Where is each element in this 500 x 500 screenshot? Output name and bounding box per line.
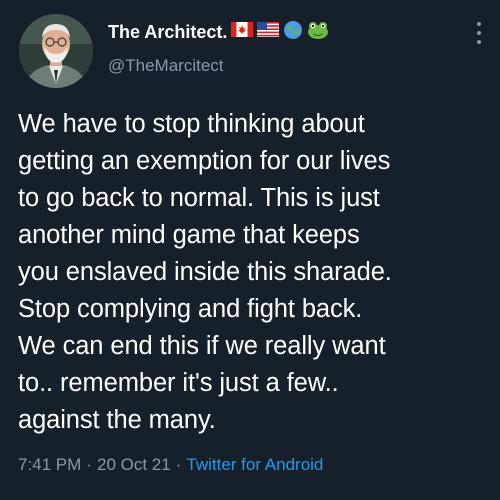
usa-flag-icon	[257, 22, 280, 42]
avatar[interactable]	[19, 14, 93, 88]
avatar-image	[19, 14, 93, 88]
tweet-date[interactable]: 20 Oct 21	[97, 455, 171, 474]
tweet-card: The Architect. @TheMarcitect We have to …	[0, 0, 500, 500]
meta-separator: ·	[86, 455, 92, 474]
canada-flag-icon	[231, 22, 254, 42]
more-dot	[477, 40, 481, 44]
display-name[interactable]: The Architect.	[108, 22, 227, 43]
tweet-text: We have to stop thinking about getting a…	[18, 110, 392, 434]
meta-separator: ·	[175, 455, 182, 474]
tweet-source-link[interactable]: Twitter for Android	[186, 455, 323, 474]
more-dot	[477, 31, 481, 35]
frog-icon	[307, 20, 329, 45]
author-name-row: The Architect.	[108, 20, 329, 44]
tweet-meta: 7:41 PM · 20 Oct 21 · Twitter for Android	[18, 455, 323, 475]
globe-icon	[283, 20, 303, 45]
author-handle[interactable]: @TheMarcitect	[108, 56, 224, 76]
more-dot	[477, 22, 481, 26]
tweet-time[interactable]: 7:41 PM	[18, 455, 81, 474]
more-options-icon[interactable]	[476, 22, 482, 44]
